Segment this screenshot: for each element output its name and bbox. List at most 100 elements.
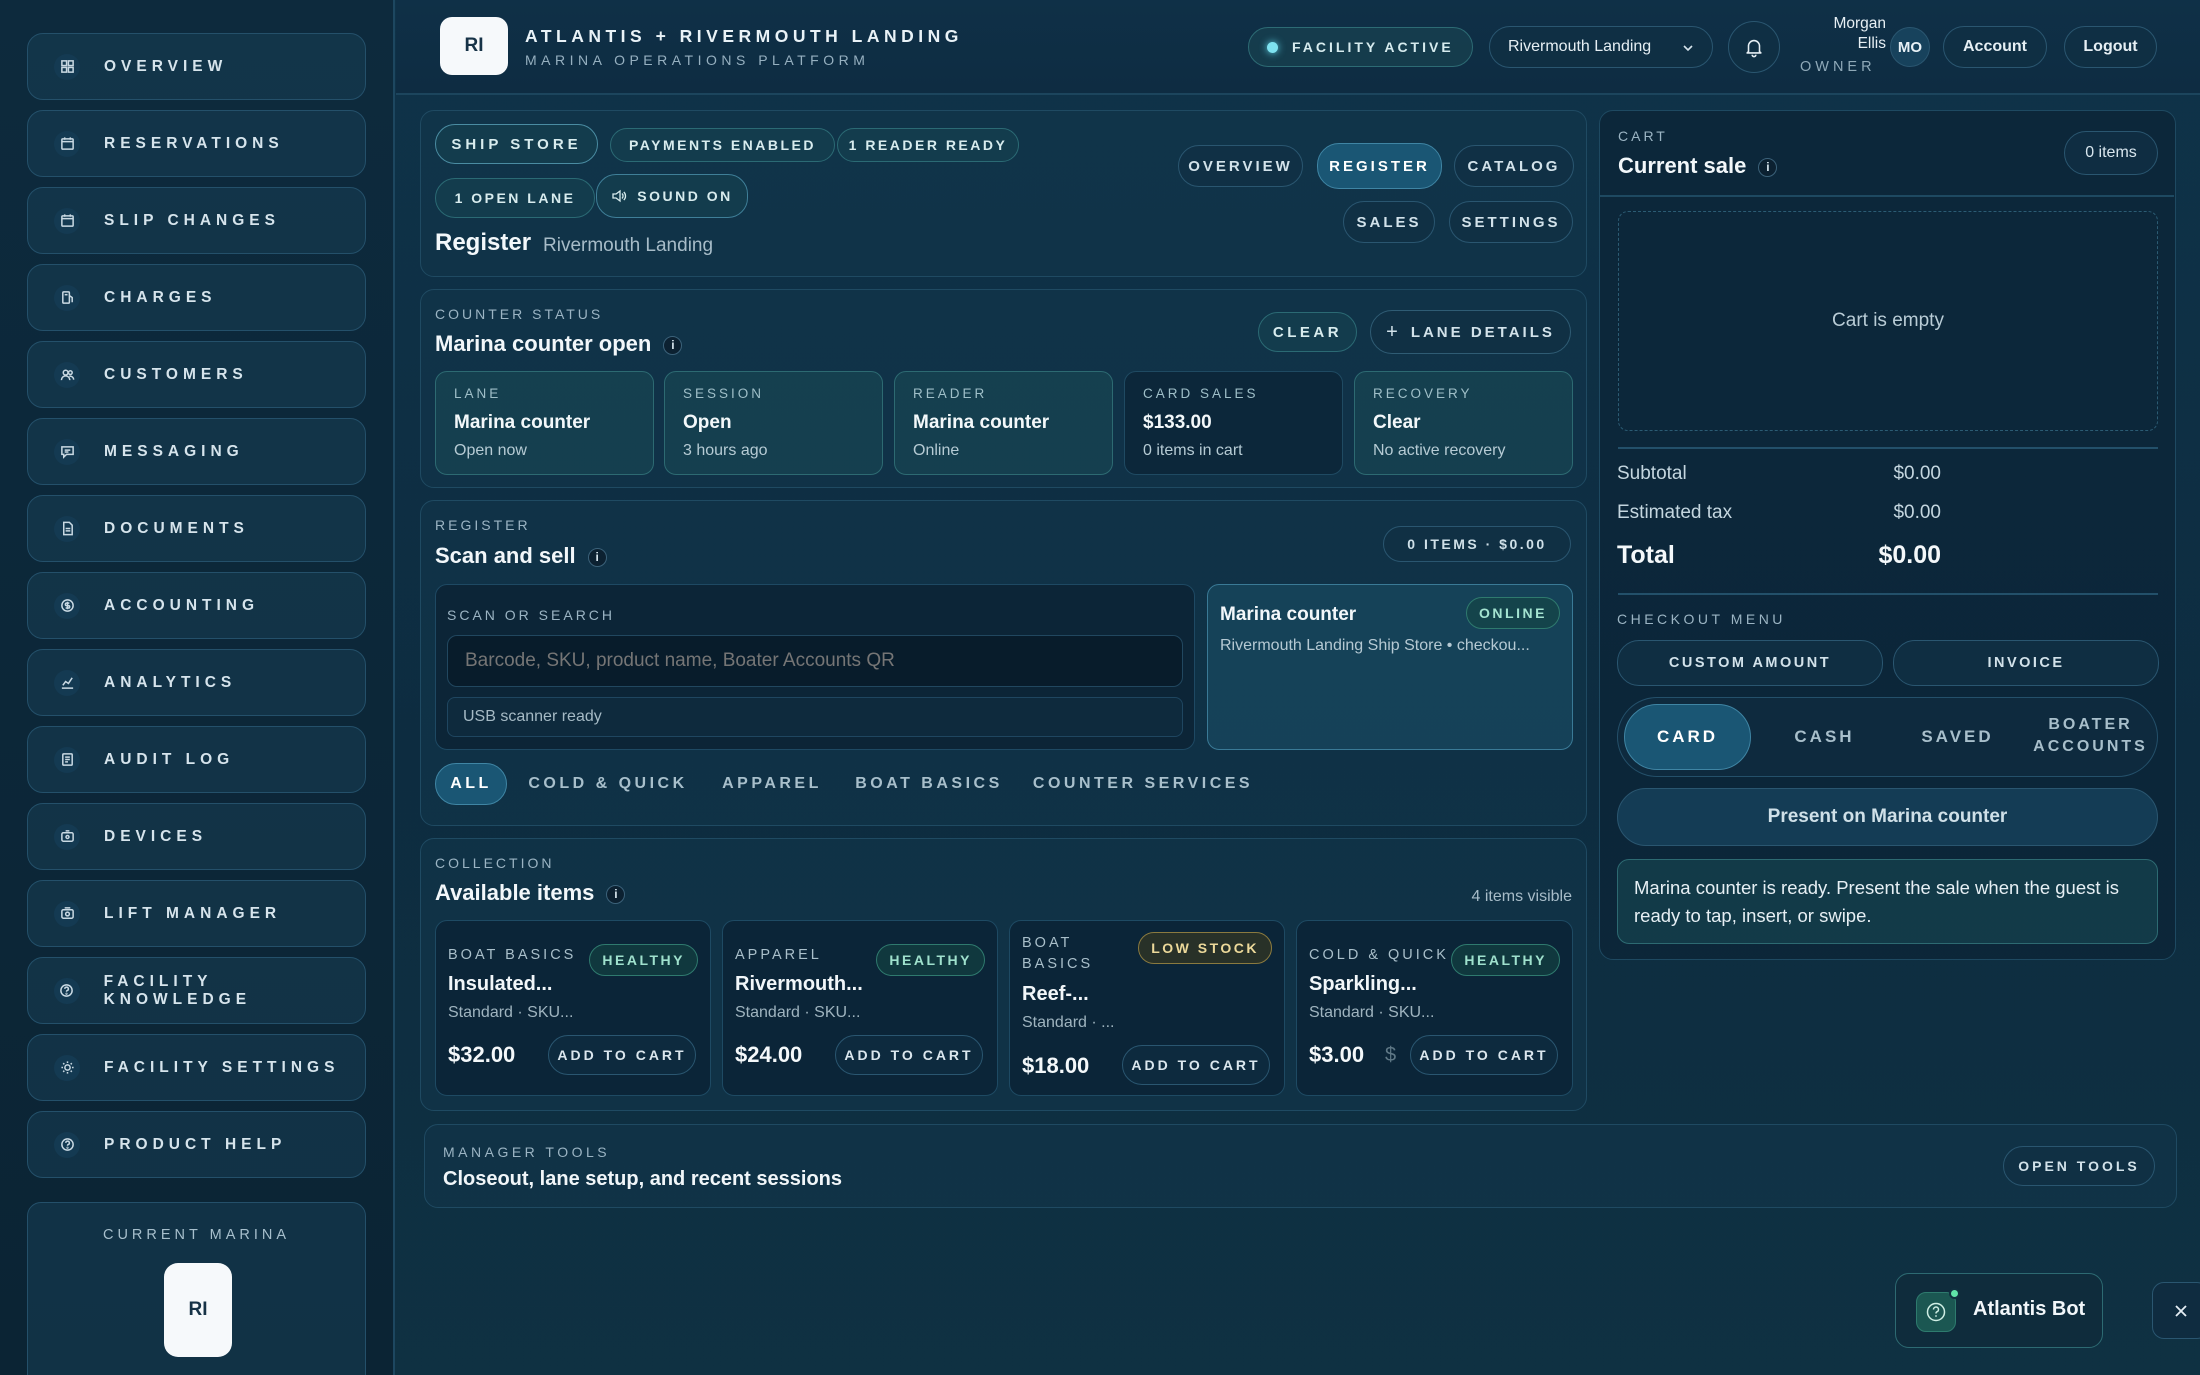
- invoice-button[interactable]: INVOICE: [1893, 640, 2159, 686]
- sidebar-item-overview[interactable]: OVERVIEW: [27, 33, 366, 100]
- product-card[interactable]: BOAT BASICS HEALTHY Insulated... Standar…: [435, 920, 711, 1096]
- info-icon[interactable]: i: [1758, 157, 1778, 177]
- stat-label: READER: [913, 386, 988, 401]
- product-card[interactable]: COLD & QUICK HEALTHY Sparkling... Standa…: [1296, 920, 1573, 1096]
- product-name: Rivermouth...: [735, 973, 863, 995]
- sidebar-item-label: MESSAGING: [104, 442, 244, 460]
- current-marina-avatar[interactable]: RI: [164, 1263, 232, 1357]
- tab-overview[interactable]: OVERVIEW: [1178, 145, 1303, 187]
- close-bot-button[interactable]: [2152, 1282, 2200, 1339]
- filter-all[interactable]: ALL: [435, 763, 507, 805]
- tab-catalog[interactable]: CATALOG: [1454, 145, 1574, 187]
- stat-value: Open: [683, 412, 732, 433]
- counter-status-title: Marina counter open i: [435, 331, 683, 357]
- scan-search-input[interactable]: [447, 635, 1183, 687]
- sidebar-item-label: DOCUMENTS: [104, 519, 249, 537]
- stat-label: CARD SALES: [1143, 386, 1259, 401]
- product-price-overflow: $: [1385, 1044, 1397, 1066]
- reader-card[interactable]: Marina counter ONLINE Rivermouth Landing…: [1207, 584, 1573, 750]
- scan-search-label: SCAN OR SEARCH: [447, 607, 616, 623]
- open-tools-button[interactable]: OPEN TOOLS: [2003, 1146, 2155, 1186]
- manager-tools-title: Closeout, lane setup, and recent session…: [443, 1168, 843, 1190]
- user-avatar[interactable]: MO: [1890, 27, 1930, 67]
- cart-empty-state: Cart is empty: [1618, 211, 2158, 431]
- sidebar-item-label: LIFT MANAGER: [104, 904, 282, 922]
- sidebar-item-label: RESERVATIONS: [104, 134, 284, 152]
- sidebar-item-product-help[interactable]: PRODUCT HELP: [27, 1111, 366, 1178]
- tax-label: Estimated tax: [1617, 502, 1733, 523]
- sidebar-item-facility-settings[interactable]: FACILITY SETTINGS: [27, 1034, 366, 1101]
- sidebar-item-accounting[interactable]: ACCOUNTING: [27, 572, 366, 639]
- filter-counter-services[interactable]: COUNTER SERVICES: [1023, 763, 1263, 805]
- sidebar-item-label: PRODUCT HELP: [104, 1135, 287, 1153]
- present-on-counter-button[interactable]: Present on Marina counter: [1617, 788, 2158, 846]
- counter-status-kicker: COUNTER STATUS: [435, 306, 604, 322]
- product-detail: Standard · SKU...: [1309, 1004, 1435, 1021]
- product-category: APPAREL: [735, 947, 822, 963]
- sidebar-item-analytics[interactable]: ANALYTICS: [27, 649, 366, 716]
- fuel-icon: [54, 284, 80, 311]
- app-subtitle: MARINA OPERATIONS PLATFORM: [525, 52, 870, 68]
- sidebar-item-charges[interactable]: CHARGES: [27, 264, 366, 331]
- add-to-cart-button[interactable]: ADD TO CART: [1122, 1045, 1270, 1085]
- reader-name: Marina counter: [1220, 604, 1357, 625]
- sidebar-item-documents[interactable]: DOCUMENTS: [27, 495, 366, 562]
- bot-label: Atlantis Bot: [1973, 1298, 2086, 1320]
- stat-subtext: Open now: [454, 442, 527, 459]
- cart-divider: [1600, 195, 2174, 197]
- lane-details-button[interactable]: + LANE DETAILS: [1370, 310, 1571, 354]
- stat-label: LANE: [454, 386, 502, 401]
- product-card[interactable]: APPAREL HEALTHY Rivermouth... Standard ·…: [722, 920, 998, 1096]
- sound-toggle[interactable]: SOUND ON: [596, 174, 748, 218]
- custom-amount-button[interactable]: CUSTOM AMOUNT: [1617, 640, 1883, 686]
- device-icon: [54, 823, 80, 850]
- stat-session: SESSION Open 3 hours ago: [664, 371, 883, 475]
- method-saved-tab[interactable]: SAVED: [1894, 704, 2021, 770]
- method-boater-line2: ACCOUNTS: [2033, 738, 2148, 755]
- filter-boat-basics[interactable]: BOAT BASICS: [846, 763, 1012, 805]
- logout-button[interactable]: Logout: [2064, 26, 2157, 68]
- sidebar-item-audit-log[interactable]: AUDIT LOG: [27, 726, 366, 793]
- clear-button[interactable]: CLEAR: [1258, 312, 1357, 352]
- stat-value: Marina counter: [454, 412, 591, 433]
- method-boater-accounts-tab[interactable]: BOATER ACCOUNTS: [2024, 714, 2157, 758]
- add-to-cart-button[interactable]: ADD TO CART: [835, 1035, 983, 1075]
- tab-settings[interactable]: SETTINGS: [1449, 201, 1573, 243]
- sidebar-item-facility-knowledge[interactable]: FACILITY KNOWLEDGE: [27, 957, 366, 1024]
- sidebar-item-customers[interactable]: CUSTOMERS: [27, 341, 366, 408]
- info-icon[interactable]: i: [663, 335, 683, 355]
- info-icon[interactable]: i: [587, 547, 607, 567]
- filter-cold-quick[interactable]: COLD & QUICK: [518, 763, 698, 805]
- add-to-cart-button[interactable]: ADD TO CART: [548, 1035, 696, 1075]
- sidebar-item-slip-changes[interactable]: SLIP CHANGES: [27, 187, 366, 254]
- grid-icon: [54, 53, 80, 80]
- add-to-cart-button[interactable]: ADD TO CART: [1410, 1035, 1558, 1075]
- sidebar-item-lift-manager[interactable]: LIFT MANAGER: [27, 880, 366, 947]
- sidebar-item-label: ANALYTICS: [104, 673, 237, 691]
- tab-register[interactable]: REGISTER: [1317, 143, 1442, 189]
- bot-help-icon: [1926, 1302, 1946, 1322]
- notifications-button[interactable]: [1728, 21, 1780, 73]
- app-logo[interactable]: RI: [440, 17, 508, 75]
- stat-recovery: RECOVERY Clear No active recovery: [1354, 371, 1573, 475]
- sidebar-item-devices[interactable]: DEVICES: [27, 803, 366, 870]
- filter-apparel[interactable]: APPAREL: [709, 763, 835, 805]
- product-price: $18.00: [1022, 1053, 1090, 1078]
- dollar-icon: [54, 592, 80, 619]
- stat-label: RECOVERY: [1373, 386, 1473, 401]
- product-card[interactable]: BOAT BASICS LOW STOCK Reef-... Standard …: [1009, 920, 1285, 1096]
- sidebar-item-label: DEVICES: [104, 827, 208, 845]
- ship-store-pill[interactable]: SHIP STORE: [435, 124, 598, 164]
- atlantis-bot-button[interactable]: Atlantis Bot: [1895, 1273, 2103, 1348]
- tab-sales[interactable]: SALES: [1343, 201, 1435, 243]
- sidebar-item-reservations[interactable]: RESERVATIONS: [27, 110, 366, 177]
- sidebar-item-messaging[interactable]: MESSAGING: [27, 418, 366, 485]
- method-cash-tab[interactable]: CASH: [1761, 704, 1888, 770]
- product-price: $24.00: [735, 1042, 803, 1067]
- product-category-line2: BASICS: [1022, 956, 1094, 972]
- product-name: Reef-...: [1022, 983, 1089, 1005]
- location-select[interactable]: Rivermouth Landing: [1489, 26, 1713, 68]
- info-icon[interactable]: i: [606, 884, 626, 904]
- method-card-tab[interactable]: CARD: [1624, 704, 1751, 770]
- account-button[interactable]: Account: [1943, 26, 2047, 68]
